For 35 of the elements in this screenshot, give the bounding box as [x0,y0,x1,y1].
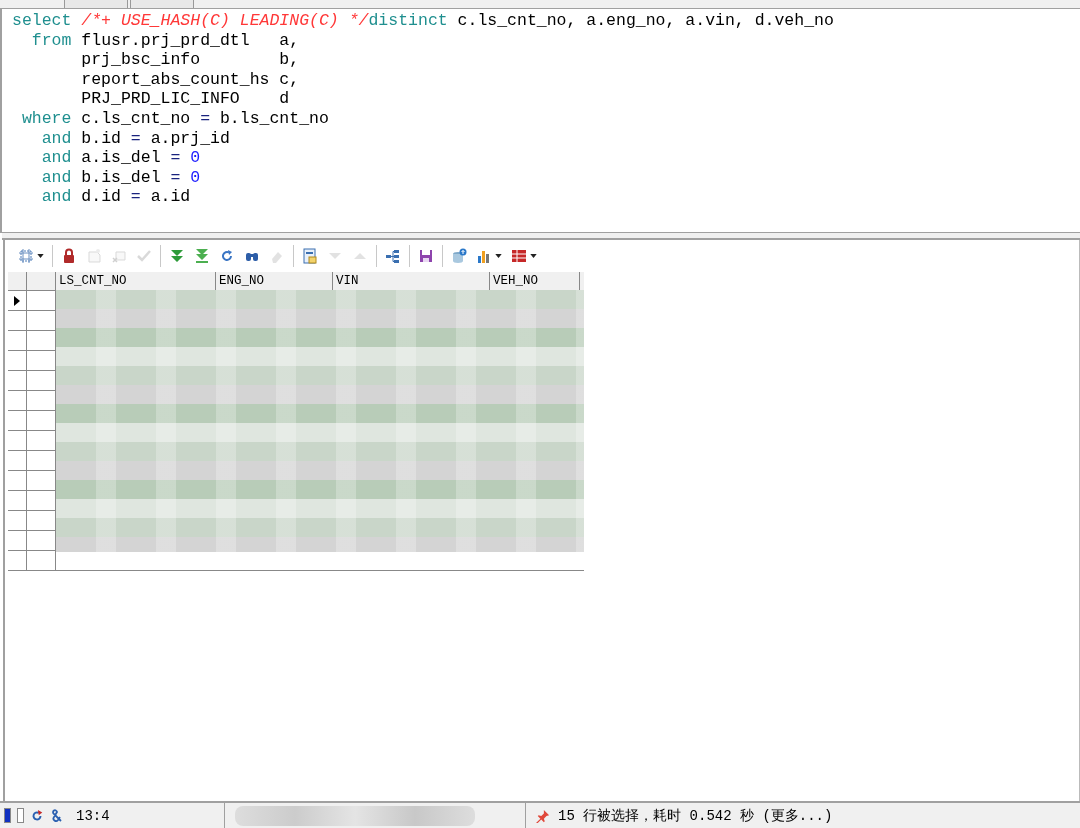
double-arrow-down-icon [169,248,185,264]
delete-record-icon [111,248,127,264]
refresh-icon [219,248,235,264]
database-export-icon [451,248,467,264]
status-message: 15 行被选择，耗时 0.542 秒 (更多...) [558,806,833,825]
cursor-position: 13:4 [76,807,110,824]
caret-icon [37,254,44,258]
code-line: from flusr.prj_prd_dtl a, [30,30,300,51]
caret-icon [495,254,502,258]
caret-icon [530,254,537,258]
grid-select-icon [18,248,34,264]
code-line: and d.id = a.id [40,187,191,207]
status-indicator [17,808,24,823]
bar-chart-icon [476,248,492,264]
code-line: prj_bsc_info b, [80,50,300,70]
tree-connect-icon [385,248,401,264]
double-arrow-down-bar-icon [194,248,210,264]
code-line: and b.id = a.prj_id [40,128,230,149]
code-line: select /*+ USE_HASH(C) LEADING(C) */distinct c.ls_cnt_no, a.eng_no, a.vin, d.veh_no [12,11,834,31]
form-view-icon [302,248,318,264]
status-indicator [4,808,11,823]
ampersand-icon [50,808,64,823]
refresh-icon[interactable] [30,808,44,823]
code-line: report_abs_count_hs c, [80,69,300,90]
code-line: where c.ls_cnt_no = b.ls_cnt_no [20,108,329,129]
current-row-indicator-icon [14,295,20,306]
code-line: and b.is_del = 0 [40,167,201,188]
save-icon [418,248,434,264]
new-record-icon [86,248,102,264]
code-line: PRJ_PRD_LIC_INFO d [80,89,290,109]
pushpin-icon [536,808,550,823]
lock-icon [61,248,77,264]
checkmark-icon [136,248,152,264]
table-icon [511,248,527,264]
code-line: and a.is_del = 0 [40,148,201,168]
